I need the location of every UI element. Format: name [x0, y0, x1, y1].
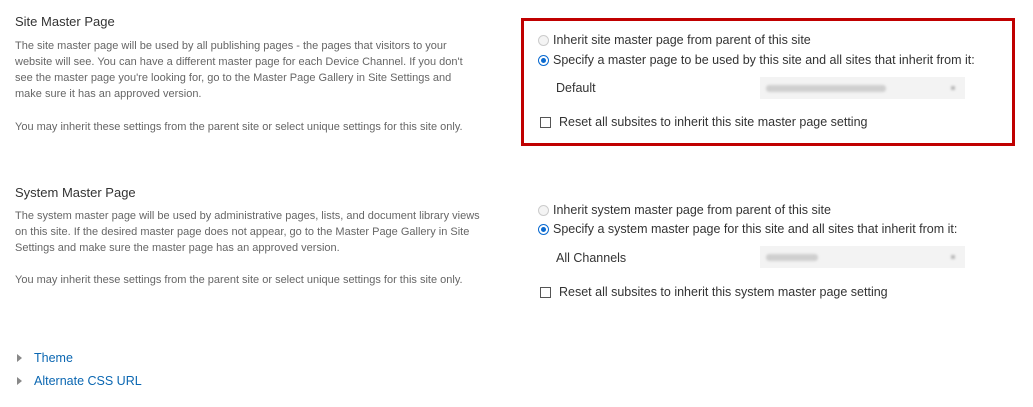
theme-link-label: Theme [34, 351, 73, 365]
chevron-down-icon [951, 86, 955, 90]
site-specify-label: Specify a master page to be used by this… [553, 53, 975, 67]
system-master-title: System Master Page [15, 185, 136, 200]
system-specify-option[interactable]: Specify a system master page for this si… [538, 222, 957, 236]
expand-triangle-icon [17, 377, 22, 385]
site-inherit-label: Inherit site master page from parent of … [553, 33, 811, 47]
system-inherit-radio[interactable] [538, 204, 549, 216]
site-master-title: Site Master Page [15, 14, 115, 29]
system-master-select[interactable] [760, 246, 965, 268]
system-inherit-label: Inherit system master page from parent o… [553, 203, 831, 217]
system-reset-checkbox[interactable] [540, 286, 551, 298]
system-master-inherit-note: You may inherit these settings from the … [15, 274, 463, 286]
site-reset-checkbox[interactable] [540, 116, 551, 128]
site-reset-option[interactable]: Reset all subsites to inherit this site … [540, 115, 867, 129]
site-channel-label: Default [556, 81, 596, 95]
system-channel-label: All Channels [556, 251, 627, 265]
site-master-inherit-note: You may inherit these settings from the … [15, 121, 463, 133]
site-master-select[interactable] [760, 77, 965, 99]
site-inherit-radio[interactable] [538, 34, 549, 46]
chevron-down-icon [951, 255, 955, 259]
system-reset-label: Reset all subsites to inherit this syste… [559, 285, 888, 299]
site-specify-radio[interactable] [538, 54, 549, 66]
system-inherit-option[interactable]: Inherit system master page from parent o… [538, 203, 831, 217]
alternate-css-link[interactable]: Alternate CSS URL [17, 374, 142, 388]
system-specify-label: Specify a system master page for this si… [553, 222, 958, 236]
system-master-select-value [766, 253, 818, 261]
system-reset-option[interactable]: Reset all subsites to inherit this syste… [540, 285, 888, 299]
expand-triangle-icon [17, 354, 22, 362]
system-specify-radio[interactable] [538, 223, 549, 235]
site-master-select-value [766, 84, 886, 92]
site-master-description: The site master page will be used by all… [15, 40, 463, 100]
alternate-css-link-label: Alternate CSS URL [34, 374, 142, 388]
theme-link[interactable]: Theme [17, 351, 73, 365]
system-master-description: The system master page will be used by a… [15, 210, 480, 254]
site-inherit-option[interactable]: Inherit site master page from parent of … [538, 33, 811, 47]
site-reset-label: Reset all subsites to inherit this site … [559, 115, 868, 129]
site-specify-option[interactable]: Specify a master page to be used by this… [538, 53, 975, 67]
